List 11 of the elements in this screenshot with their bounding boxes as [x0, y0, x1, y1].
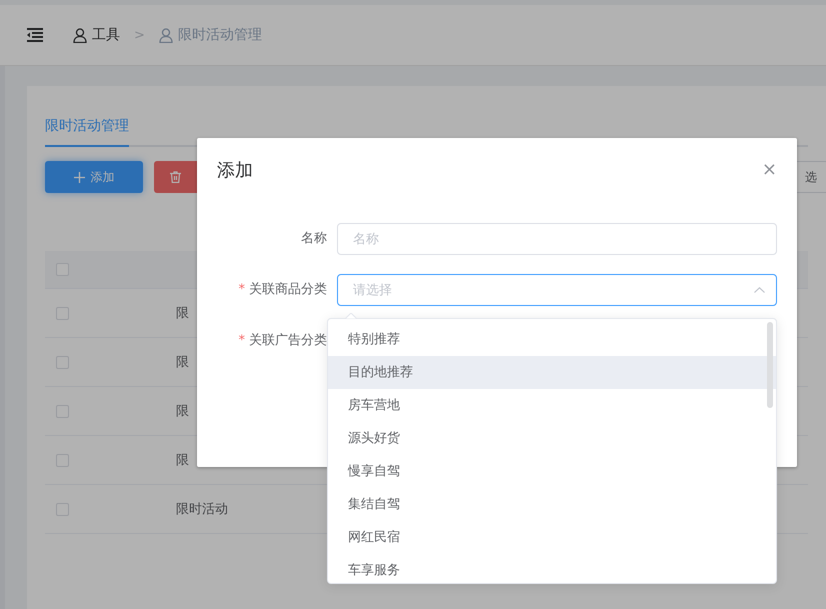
field-label: 名称: [300, 230, 328, 248]
table-cell-text: 限: [176, 452, 189, 469]
field-label: * 关联广告分类: [238, 332, 328, 350]
table-cell-text: 限时活动: [176, 501, 228, 518]
dialog-title: 添加: [217, 159, 253, 182]
table-cell-text: 限: [176, 403, 189, 420]
breadcrumb-item: 限时活动管理: [178, 26, 262, 44]
field-label: * 关联商品分类: [238, 281, 328, 299]
table-cell-text: 限: [176, 305, 189, 322]
table-cell-text: 限: [176, 354, 189, 371]
breadcrumb-separator: >: [134, 28, 145, 42]
